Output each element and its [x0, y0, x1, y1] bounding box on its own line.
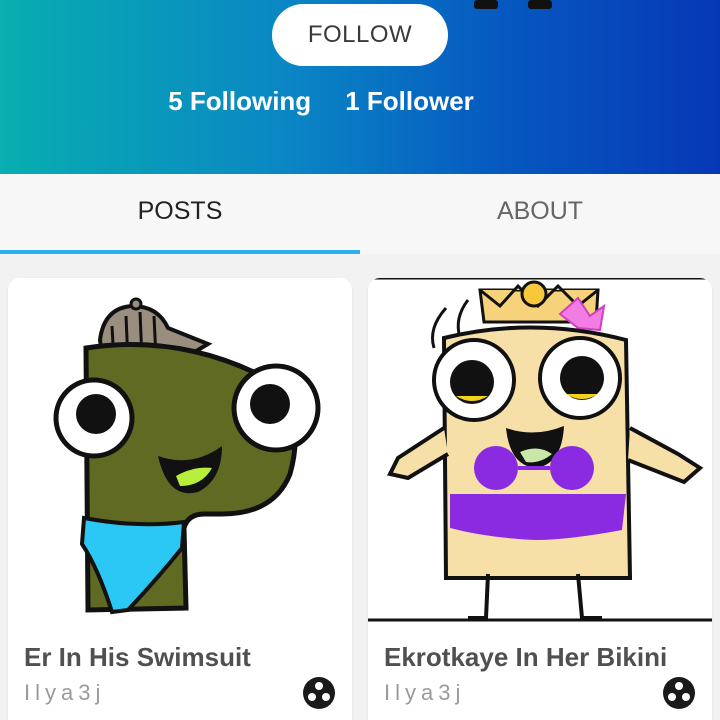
post-thumbnail[interactable] — [368, 278, 712, 622]
post-card[interactable]: Er In His Swimsuit Ilya3j — [8, 278, 352, 720]
follow-button[interactable]: FOLLOW — [272, 4, 448, 66]
tab-about[interactable]: ABOUT — [360, 174, 720, 254]
profile-tabs: POSTS ABOUT — [0, 174, 720, 254]
avatar-feet — [474, 0, 552, 9]
community-icon[interactable] — [662, 676, 696, 710]
cartoon-character-image — [368, 278, 712, 622]
community-icon[interactable] — [302, 676, 336, 710]
post-title[interactable]: Ekrotkaye In Her Bikini — [384, 642, 667, 673]
posts-grid: Er In His Swimsuit Ilya3j Ekrotkaye In H… — [0, 254, 720, 720]
post-card[interactable]: Ekrotkaye In Her Bikini Ilya3j — [368, 278, 712, 720]
follower-count[interactable]: 1 Follower — [345, 86, 474, 122]
following-count[interactable]: 5 Following — [168, 86, 311, 122]
tab-posts[interactable]: POSTS — [0, 174, 360, 254]
profile-header: FOLLOW 5 Following 1 Follower — [0, 0, 720, 174]
post-thumbnail[interactable] — [8, 278, 352, 622]
profile-stats: 5 Following 1 Follower — [0, 86, 720, 122]
cartoon-letter-p-image — [53, 297, 321, 615]
post-author[interactable]: Ilya3j — [384, 680, 465, 706]
post-title[interactable]: Er In His Swimsuit — [24, 642, 251, 673]
post-author[interactable]: Ilya3j — [24, 680, 105, 706]
